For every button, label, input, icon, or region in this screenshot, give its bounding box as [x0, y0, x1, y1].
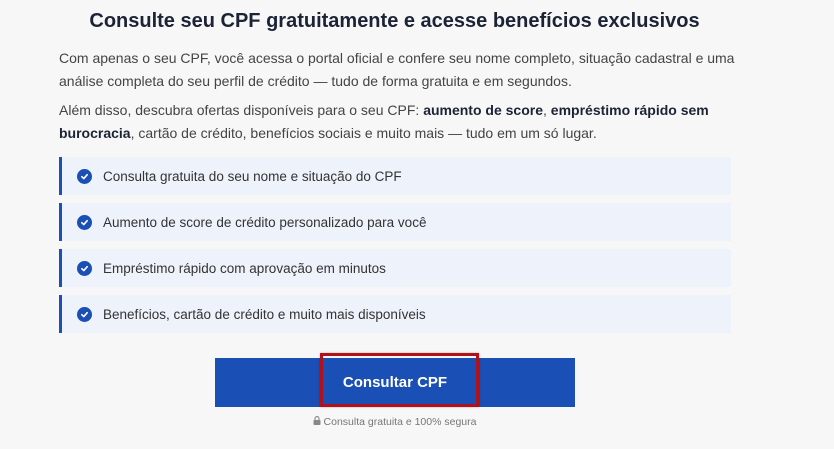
feature-list: Consulta gratuita do seu nome e situação…: [59, 157, 731, 341]
consultar-cpf-button[interactable]: Consultar CPF: [215, 358, 575, 407]
offers-text-suffix: , cartão de crédito, benefícios sociais …: [130, 125, 597, 141]
secure-note-text: Consulta gratuita e 100% segura: [323, 416, 477, 428]
feature-label: Empréstimo rápido com aprovação em minut…: [103, 260, 386, 276]
offers-paragraph: Além disso, descubra ofertas disponíveis…: [59, 99, 749, 145]
feature-item: Aumento de score de crédito personalizad…: [59, 203, 731, 241]
page: Consulte seu CPF gratuitamente e acesse …: [0, 0, 834, 449]
intro-paragraph: Com apenas o seu CPF, você acessa o port…: [59, 50, 735, 89]
check-circle-icon: [77, 260, 92, 276]
check-circle-icon: [77, 168, 92, 184]
feature-label: Consulta gratuita do seu nome e situação…: [103, 168, 402, 184]
page-title: Consulte seu CPF gratuitamente e acesse …: [89, 10, 700, 32]
offers-text-prefix: Além disso, descubra ofertas disponíveis…: [59, 102, 424, 118]
feature-item: Consulta gratuita do seu nome e situação…: [59, 157, 731, 195]
consultar-cpf-label: Consultar CPF: [342, 374, 448, 391]
feature-item: Benefícios, cartão de crédito e muito ma…: [59, 295, 731, 333]
check-circle-icon: [77, 214, 92, 230]
check-circle-icon: [77, 306, 92, 322]
lock-icon: [313, 416, 321, 428]
offers-text-separator: ,: [543, 102, 551, 118]
offer-score-highlight: aumento de score: [423, 102, 544, 118]
secure-note: Consulta gratuita e 100% segura: [0, 416, 789, 428]
feature-item: Empréstimo rápido com aprovação em minut…: [59, 249, 731, 287]
feature-label: Benefícios, cartão de crédito e muito ma…: [103, 306, 426, 322]
feature-label: Aumento de score de crédito personalizad…: [103, 214, 427, 230]
